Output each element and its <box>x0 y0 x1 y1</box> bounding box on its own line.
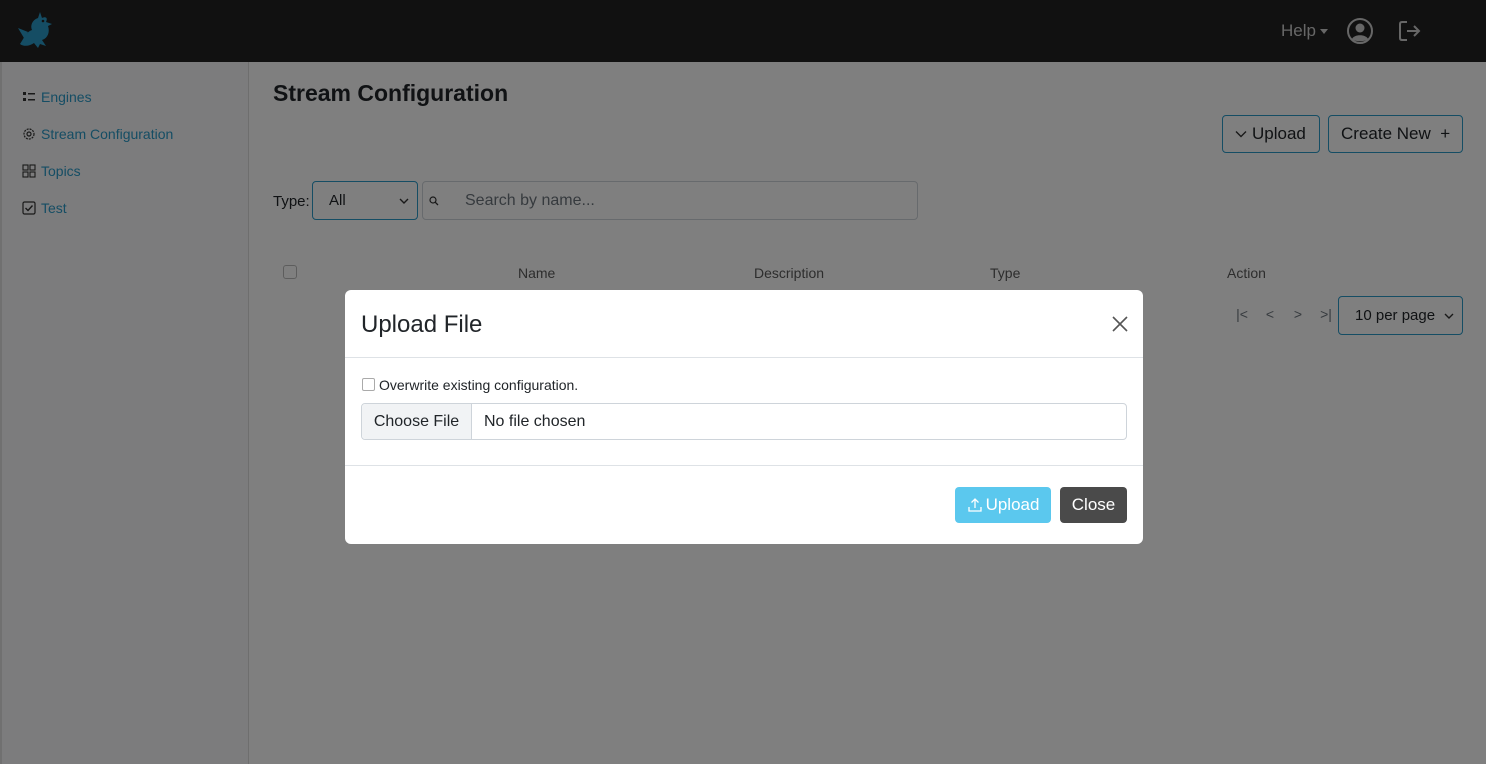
close-icon[interactable] <box>1110 314 1130 334</box>
upload-file-modal: Upload File Overwrite existing configura… <box>345 290 1143 544</box>
upload-icon <box>967 498 982 512</box>
file-status-text: No file chosen <box>484 413 586 430</box>
modal-footer: Upload Close <box>345 465 1143 544</box>
choose-file-button[interactable]: Choose File <box>362 404 472 439</box>
overwrite-label[interactable]: Overwrite existing configuration. <box>379 377 578 393</box>
modal-header: Upload File <box>345 290 1143 358</box>
modal-title: Upload File <box>361 311 483 338</box>
upload-button-label: Upload <box>985 495 1040 514</box>
upload-button[interactable]: Upload <box>955 487 1051 523</box>
close-button[interactable]: Close <box>1060 487 1127 523</box>
modal-body: Overwrite existing configuration. Choose… <box>345 359 1143 466</box>
overwrite-checkbox[interactable] <box>362 378 375 391</box>
file-input[interactable]: Choose File No file chosen <box>361 403 1127 440</box>
